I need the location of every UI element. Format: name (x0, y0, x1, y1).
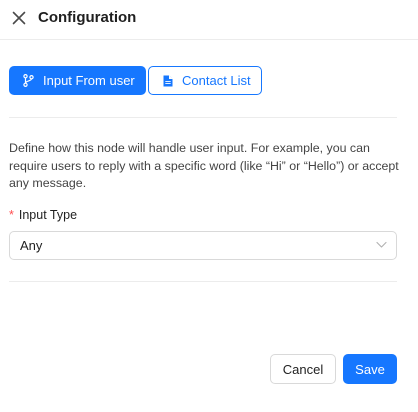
save-button[interactable]: Save (343, 354, 397, 384)
document-icon (163, 75, 173, 87)
description-text: Define how this node will handle user in… (9, 141, 399, 190)
modal-header: Configuration (0, 0, 418, 40)
input-type-label-text: Input Type (18, 208, 78, 222)
tab-label: Input From user (43, 73, 135, 88)
git-branch-icon (23, 74, 34, 87)
input-type-label: * Input Type (9, 207, 77, 223)
input-type-select[interactable]: Any (9, 231, 397, 260)
divider (9, 117, 397, 118)
close-icon (12, 11, 26, 25)
tab-input-from-user[interactable]: Input From user (9, 66, 146, 95)
cancel-button[interactable]: Cancel (270, 354, 336, 384)
tab-contact-list[interactable]: Contact List (148, 66, 262, 95)
required-marker: * (9, 208, 14, 222)
divider (9, 281, 397, 282)
input-type-value: Any (20, 238, 43, 253)
tab-label: Contact List (182, 73, 251, 88)
chevron-down-icon (376, 241, 387, 248)
close-button[interactable] (9, 8, 29, 28)
page-title: Configuration (38, 9, 137, 26)
